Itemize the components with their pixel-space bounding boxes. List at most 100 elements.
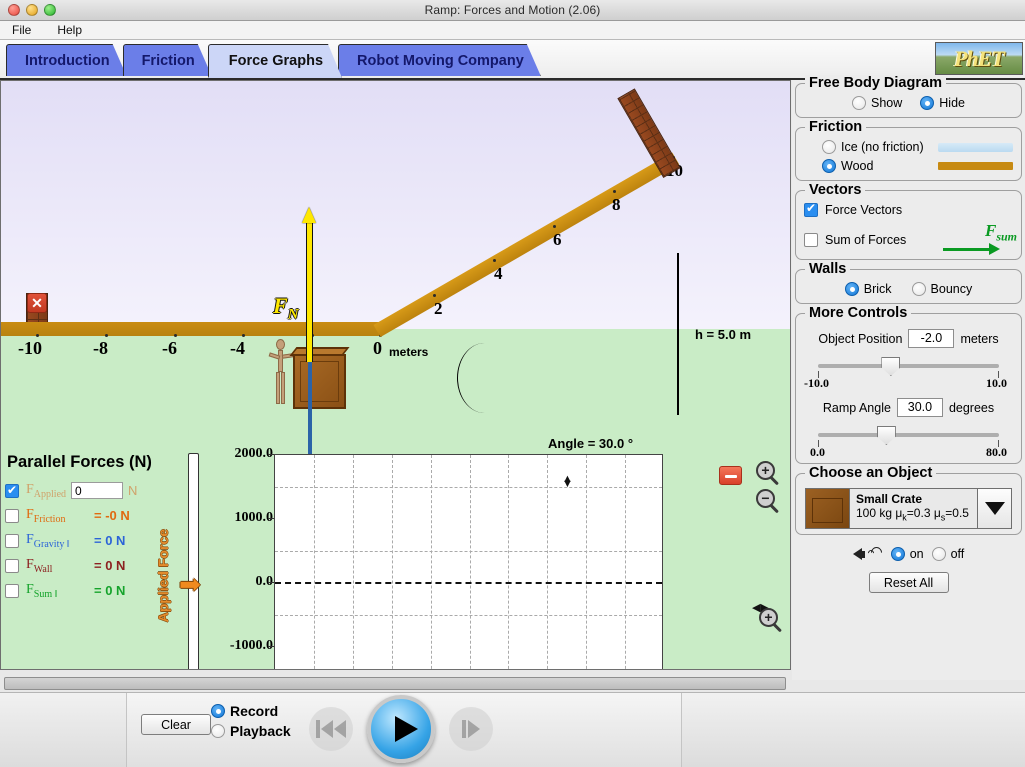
normal-force-symbol: F [273, 293, 288, 318]
incline-tick [613, 190, 616, 193]
ramp-angle-max-label: 80.0 [986, 445, 1007, 459]
tab-force-graphs[interactable]: Force Graphs [208, 44, 342, 78]
play-button[interactable] [367, 695, 435, 763]
y-tick-label: 0.0 [255, 574, 274, 589]
radio-icon [211, 704, 225, 718]
walls-brick-radio[interactable]: Brick [844, 282, 892, 296]
more-controls-panel: More Controls Object Position -2.0 meter… [795, 305, 1022, 464]
graph-plot-area[interactable] [274, 454, 742, 669]
fbd-hide-radio[interactable]: Hide [920, 96, 965, 110]
radio-icon [852, 96, 866, 110]
sound-controls: on off [792, 544, 1025, 563]
object-position-indicator [308, 362, 312, 462]
incline-label-8: 8 [612, 195, 621, 214]
force-friction-checkbox[interactable] [5, 508, 19, 523]
object-position-input[interactable]: -2.0 [908, 329, 955, 348]
ruler-tick [105, 334, 108, 337]
friction-title: Friction [805, 119, 867, 135]
ramp-angle-row: Ramp Angle 30.0 degrees [804, 398, 1013, 417]
height-measure-line [677, 253, 679, 415]
force-vectors-checkbox-row[interactable]: Force Vectors [804, 201, 1013, 217]
ruler-tick [36, 334, 39, 337]
crate-object[interactable] [293, 354, 346, 409]
graph-zero-line [275, 582, 662, 584]
sound-on-label: on [909, 547, 924, 561]
remove-left-wall-button[interactable]: ✕ [27, 293, 47, 313]
normal-force-arrowhead [302, 207, 316, 223]
checkbox-icon [804, 201, 818, 217]
choose-object-panel: Choose an Object Small Crate 100 kg μk=0… [795, 465, 1022, 535]
incline-tick [553, 225, 556, 228]
graph-time-zoom-in-button[interactable]: + [759, 608, 785, 634]
friction-ice-label: Ice (no friction) [841, 140, 924, 154]
reset-all-button[interactable]: Reset All [868, 572, 949, 593]
rewind-icon [316, 720, 320, 738]
radio-icon [844, 282, 859, 296]
person-figure [268, 339, 294, 415]
playback-radio[interactable]: Playback [211, 723, 291, 739]
force-gravity-symbol: FGravity ǁ [26, 531, 70, 550]
menu-file[interactable]: File [8, 22, 35, 38]
sound-off-radio[interactable]: off [931, 547, 964, 561]
force-applied-input[interactable] [71, 482, 124, 499]
tab-list: Introduction Friction Force Graphs Robot… [6, 44, 537, 78]
ramp-angle-unit: degrees [948, 400, 995, 415]
friction-ice-radio[interactable]: Ice (no friction) [822, 140, 938, 154]
object-dropdown-button[interactable] [977, 489, 1011, 528]
menu-help[interactable]: Help [53, 22, 86, 38]
object-mass: 100 kg [856, 506, 893, 520]
force-applied-checkbox[interactable] [5, 483, 19, 498]
play-icon [395, 716, 418, 742]
ruler-label-0: 0 [373, 338, 382, 358]
simulation-canvas[interactable]: ✕ -10 -8 -6 -4 -2 0 meters 2 4 6 8 10 h … [0, 80, 791, 670]
meters-unit-label: meters [389, 345, 429, 359]
ramp-angle-input[interactable]: 30.0 [896, 398, 943, 417]
force-gravity-checkbox[interactable] [5, 533, 19, 548]
rewind-button[interactable] [309, 707, 353, 751]
graph-minimize-button[interactable] [719, 466, 742, 485]
incline-label-2: 2 [434, 299, 443, 318]
sound-on-radio[interactable]: on [890, 547, 924, 561]
tab-friction[interactable]: Friction [123, 44, 212, 76]
ruler-label--6: -6 [162, 338, 177, 358]
tab-robot-moving-company[interactable]: Robot Moving Company [338, 44, 541, 76]
playback-panel: Clear Record Playback [126, 693, 682, 767]
bottom-bar: Clear Record Playback [0, 692, 1025, 767]
object-selector[interactable]: Small Crate 100 kg μk=0.3 μs=0.5 [805, 488, 1012, 529]
choose-object-title: Choose an Object [805, 465, 937, 481]
object-position-row: Object Position -2.0 meters [804, 329, 1013, 348]
tab-introduction[interactable]: Introduction [6, 44, 127, 76]
incline-label-4: 4 [494, 264, 503, 283]
ramp-angle-slider-knob[interactable] [876, 426, 896, 445]
object-properties: 100 kg μk=0.3 μs=0.5 [856, 506, 971, 522]
step-forward-icon [462, 720, 466, 738]
ruler-label--4: -4 [230, 338, 245, 358]
sky-background [1, 81, 790, 329]
radio-icon [822, 140, 836, 154]
fbd-show-radio[interactable]: Show [852, 96, 902, 110]
object-position-slider[interactable]: -10.0 10.0 [804, 354, 1007, 390]
friction-wood-radio[interactable]: Wood [822, 159, 938, 173]
graph-zoom-in-button[interactable]: + [756, 461, 782, 487]
y-tick-label: -1000.0 [229, 638, 273, 653]
normal-force-vector [306, 217, 313, 362]
record-radio[interactable]: Record [211, 703, 291, 719]
fbd-show-label: Show [871, 96, 903, 110]
graph-vertical-resize-handle[interactable]: ▲ ▼ [562, 474, 573, 490]
ramp-angle-slider[interactable]: 0.0 80.0 [810, 423, 1007, 459]
force-sum-checkbox[interactable] [5, 583, 19, 598]
clear-button[interactable]: Clear [141, 714, 211, 735]
wood-swatch [938, 162, 1013, 170]
vectors-panel: Vectors Force Vectors Sum of Forces Fsum [795, 182, 1022, 260]
sum-of-forces-label: Sum of Forces [825, 233, 907, 247]
walls-bouncy-radio[interactable]: Bouncy [911, 282, 972, 296]
step-forward-button[interactable] [449, 707, 493, 751]
force-wall-value: = 0 N [94, 558, 126, 573]
checkbox-icon [804, 233, 818, 247]
object-position-slider-knob[interactable] [881, 357, 901, 376]
horizontal-scrollbar[interactable] [4, 677, 786, 690]
radio-icon [890, 547, 905, 561]
force-sum-symbol: FSum ǁ [26, 581, 58, 600]
graph-zoom-out-button[interactable]: − [756, 489, 782, 515]
force-wall-checkbox[interactable] [5, 558, 19, 573]
